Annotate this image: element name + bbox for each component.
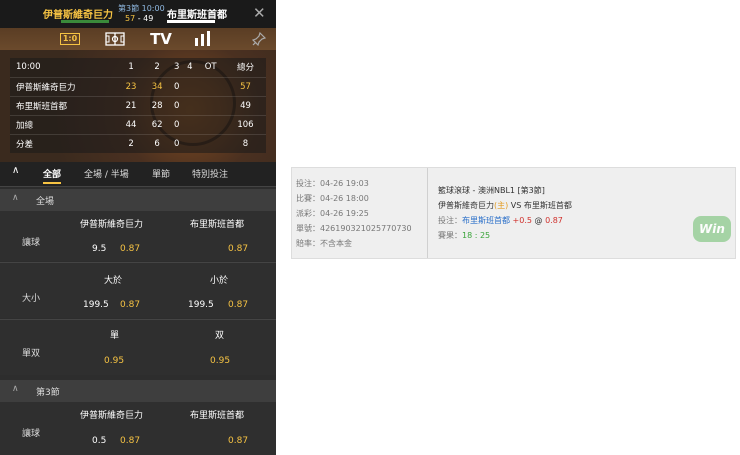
scoreboard-header-row: 10:00 1 2 3 4 OT 總分: [10, 58, 266, 77]
view-toolbar: 1:0 TV: [0, 28, 276, 50]
tv-icon[interactable]: TV: [148, 28, 174, 50]
bet-result: 賽果：18 : 25: [438, 231, 491, 240]
scoreboard-row-away: 布里斯班首都 21 28 0 49: [10, 95, 266, 115]
tab-special[interactable]: 特別投注: [192, 167, 228, 180]
bet-record-card: 投注：04-26 19:03 比賽：04-26 18:00 派彩：04-26 1…: [291, 167, 736, 259]
odd-even-label: 單双: [22, 349, 41, 359]
totals-under-label: 小於: [210, 276, 229, 286]
home-team-name: 伊普斯維奇巨力: [43, 10, 113, 21]
q3-handicap-market: 讓球 伊普斯維奇巨力 布里斯班首都 0.5 0.87 0.87: [0, 402, 276, 455]
odd-even-market: 單双 單 双 0.95 0.95: [0, 320, 276, 375]
away-team-bar: [167, 20, 215, 23]
q3-handicap-home-team: 伊普斯維奇巨力: [80, 411, 144, 421]
handicap-away-odds[interactable]: 0.87: [228, 244, 248, 254]
court-icon[interactable]: [104, 28, 126, 50]
tab-all[interactable]: 全部: [43, 167, 62, 184]
tab-full-half[interactable]: 全場 / 半場: [84, 167, 129, 180]
chevron-up-icon: ∧: [12, 193, 19, 203]
home-team-bar: [61, 20, 109, 23]
bet-meta: 投注：04-26 19:03 比賽：04-26 18:00 派彩：04-26 1…: [292, 168, 428, 258]
scoreboard-row-home: 伊普斯維奇巨力 23 34 0 57: [10, 76, 266, 96]
handicap-home-line: 9.5: [92, 244, 107, 254]
ticket-number: 單號：4261903210257707​30: [296, 224, 412, 233]
q3-handicap-away-team: 布里斯班首都: [190, 411, 245, 421]
pin-icon[interactable]: [250, 28, 268, 50]
odds-note: 賠率：不含本金: [296, 239, 352, 248]
handicap-label: 讓球: [22, 238, 41, 248]
market-tabs: ∧ 全部 全場 / 半場 單節 特別投注: [0, 162, 276, 187]
q3-handicap-home-odds[interactable]: 0.87: [120, 436, 140, 446]
tab-quarter[interactable]: 單節: [152, 167, 170, 180]
bet-title: 籃球滾球 - 澳洲NBL1 [第3節]: [438, 186, 545, 195]
stats-icon[interactable]: [193, 28, 213, 50]
handicap-away-team: 布里斯班首都: [190, 220, 245, 230]
bet-selection: 投注：布里斯班首都 +0.5 @ 0.87: [438, 216, 563, 225]
bet-placed-time: 投注：04-26 19:03: [296, 179, 369, 188]
q3-handicap-label: 讓球: [22, 429, 41, 439]
totals-market: 大小 大於 小於 199.5 0.87 199.5 0.87: [0, 263, 276, 318]
odd-label: 單: [110, 331, 120, 341]
even-odds[interactable]: 0.95: [210, 356, 230, 366]
scoreboard-area: 10:00 1 2 3 4 OT 總分 伊普斯維奇巨力 23 34 0 57 布…: [0, 50, 276, 162]
match-panel: 伊普斯維奇巨力 第3節 10:00 57 - 49 布里斯班首都 ✕ 1:0 T…: [0, 0, 276, 455]
totals-label: 大小: [22, 294, 41, 304]
totals-under-odds[interactable]: 0.87: [228, 300, 248, 310]
away-team-name: 布里斯班首都: [167, 10, 227, 21]
match-time: 比賽：04-26 18:00: [296, 194, 369, 203]
totals-under-line: 199.5: [188, 300, 214, 310]
scoreboard-row-sum: 加總 44 62 0 106: [10, 114, 266, 134]
handicap-market: 讓球 伊普斯維奇巨力 布里斯班首都 9.5 0.87 0.87: [0, 211, 276, 261]
win-stamp: Win: [693, 216, 731, 242]
odd-odds[interactable]: 0.95: [104, 356, 124, 366]
settled-time: 派彩：04-26 19:25: [296, 209, 369, 218]
close-icon[interactable]: ✕: [253, 4, 266, 22]
chevron-up-icon: ∧: [12, 384, 19, 394]
section-quarter-3[interactable]: ∧ 第3節: [0, 380, 276, 402]
section-full-game[interactable]: ∧ 全場: [0, 189, 276, 211]
collapse-all-icon[interactable]: ∧: [12, 165, 19, 176]
period-clock: 第3節 10:00: [118, 4, 165, 13]
scoreboard-row-diff: 分差 2 6 0 8: [10, 133, 266, 153]
scoreboard-table: 10:00 1 2 3 4 OT 總分 伊普斯維奇巨力 23 34 0 57 布…: [10, 58, 266, 153]
q3-handicap-home-line: 0.5: [92, 436, 107, 446]
totals-over-line: 199.5: [83, 300, 109, 310]
bet-matchup: 伊普斯維奇巨力(主) VS 布里斯班首都: [438, 201, 572, 210]
q3-handicap-away-odds[interactable]: 0.87: [228, 436, 248, 446]
handicap-home-team: 伊普斯維奇巨力: [80, 220, 144, 230]
totals-over-odds[interactable]: 0.87: [120, 300, 140, 310]
even-label: 双: [215, 331, 225, 341]
scoreboard-icon[interactable]: 1:0: [59, 28, 81, 50]
totals-over-label: 大於: [104, 276, 123, 286]
handicap-home-odds[interactable]: 0.87: [120, 244, 140, 254]
match-header: 伊普斯維奇巨力 第3節 10:00 57 - 49 布里斯班首都 ✕: [0, 0, 276, 28]
live-score: 57 - 49: [125, 14, 154, 23]
